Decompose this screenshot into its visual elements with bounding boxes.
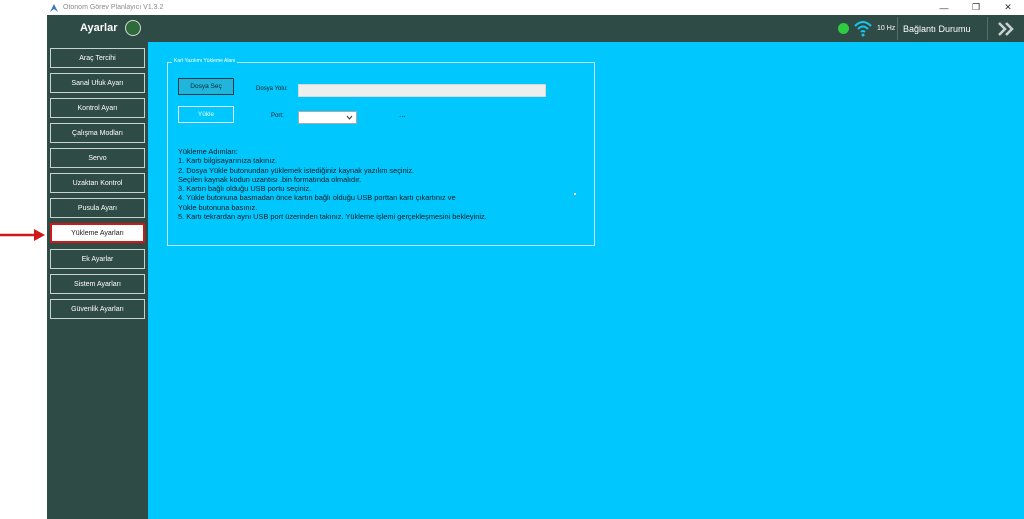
groupbox-legend: Kart Yazılımı Yükleme Alanı: [172, 58, 238, 64]
file-path-input[interactable]: [298, 84, 546, 97]
annotation-arrow-icon: [0, 229, 45, 241]
sidebar-item-upload[interactable]: Yükleme Ayarları: [50, 223, 145, 243]
expand-panel-button[interactable]: [987, 17, 1024, 40]
steps-title: Yükleme Adımları:: [178, 147, 238, 156]
app-logo-icon: [50, 3, 58, 12]
sidebar-item-security[interactable]: Güvenlik Ayarları: [50, 299, 145, 319]
sidebar-item-modes[interactable]: Çalışma Modları: [50, 123, 145, 143]
file-path-label: Dosya Yolu:: [256, 86, 288, 92]
sidebar-item-remote[interactable]: Uzaktan Kontrol: [50, 173, 145, 193]
step-line: 1. Kartı bilgisayarınıza takınız.: [178, 156, 277, 166]
port-select[interactable]: [298, 111, 357, 124]
wifi-icon: [854, 21, 872, 37]
port-label: Port:: [271, 113, 284, 119]
connection-status-button[interactable]: Bağlantı Durumu: [903, 24, 971, 34]
upload-button[interactable]: Yükle: [178, 106, 234, 123]
main-content: Kart Yazılımı Yükleme Alanı Dosya Seç Do…: [148, 42, 1024, 519]
step-line: 2. Dosya Yükle butonundan yüklemek isted…: [178, 165, 415, 175]
window-controls: — ❐ ✕: [928, 0, 1024, 15]
sidebar-item-system[interactable]: Sistem Ayarları: [50, 274, 145, 294]
sidebar-item-extra[interactable]: Ek Ayarlar: [50, 249, 145, 269]
divider: [897, 17, 898, 40]
window-title: Otonom Görev Planlayıcı V1.3.2: [63, 4, 164, 11]
restore-button[interactable]: ❐: [960, 0, 992, 15]
sidebar-item-horizon[interactable]: Sanal Ufuk Ayarı: [50, 73, 145, 93]
sidebar-item-vehicle[interactable]: Araç Tercihi: [50, 48, 145, 68]
sidebar-item-compass[interactable]: Pusula Ayarı: [50, 198, 145, 218]
upload-groupbox: Kart Yazılımı Yükleme Alanı Dosya Seç Do…: [167, 58, 595, 246]
sidebar-item-servo[interactable]: Servo: [50, 148, 145, 168]
minimize-button[interactable]: —: [928, 0, 960, 15]
chevron-down-icon: [346, 115, 353, 120]
telemetry-rate: 10 Hz: [877, 25, 896, 32]
double-chevron-right-icon: [998, 21, 1014, 36]
step-line: Seçilen kaynak kodun uzantısı .bin forma…: [178, 174, 362, 184]
close-button[interactable]: ✕: [992, 0, 1024, 15]
cursor-dot: [574, 193, 576, 195]
window-titlebar: Otonom Görev Planlayıcı V1.3.2 — ❐ ✕: [47, 0, 1024, 15]
connection-status-icon: [838, 23, 849, 34]
refresh-ports-button[interactable]: ...: [399, 110, 406, 119]
settings-globe-icon[interactable]: [125, 20, 141, 36]
choose-file-button[interactable]: Dosya Seç: [178, 78, 234, 95]
top-bar: Ayarlar 10 Hz Bağlantı Durumu: [47, 15, 1024, 42]
upload-steps: Yükleme Adımları: 1. Kartı bilgisayarını…: [178, 147, 487, 221]
step-line: 4. Yükle butonuna basmadan önce kartın b…: [178, 193, 456, 203]
step-line: 3. Kartın bağlı olduğu USB portu seçiniz…: [178, 184, 312, 194]
step-line: Yükle butonuna basınız.: [178, 202, 258, 212]
sidebar-item-control[interactable]: Kontrol Ayarı: [50, 98, 145, 118]
sidebar: Araç Tercihi Sanal Ufuk Ayarı Kontrol Ay…: [47, 42, 148, 519]
page-title: Ayarlar: [80, 22, 118, 34]
step-line: 5. Kartı tekrardan aynı USB port üzerind…: [178, 212, 487, 222]
